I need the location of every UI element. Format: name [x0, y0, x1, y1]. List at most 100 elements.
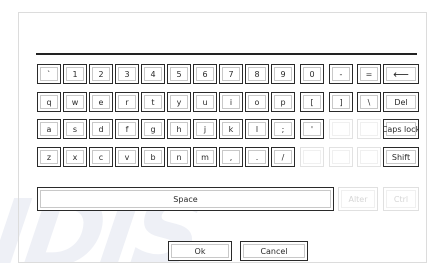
key-8[interactable]: 8 [245, 64, 269, 84]
key-2[interactable]: 2 [89, 64, 113, 84]
key-comma-label: , [229, 152, 233, 162]
virtual-keyboard-screen: IDIS ` 1 2 3 4 5 6 7 8 9 0- = q w e r t y u i o p[] \ a s d f g h j k l… [0, 0, 440, 263]
shift-key[interactable]: Shift [383, 147, 419, 167]
key-quote-label: ' [310, 124, 314, 134]
key-t[interactable]: t [141, 92, 165, 112]
key-o[interactable]: o [245, 92, 269, 112]
key-w-label: w [71, 97, 79, 107]
key-3[interactable]: 3 [115, 64, 139, 84]
key-l[interactable]: l [245, 119, 269, 139]
key-slash-label: / [281, 152, 285, 162]
key-minus[interactable]: - [329, 64, 353, 84]
key-0[interactable]: 0 [300, 64, 324, 84]
key-left-bracket[interactable]: [ [300, 92, 324, 112]
key-period[interactable]: . [245, 147, 269, 167]
del-key-label: Del [394, 97, 408, 107]
key-minus-label: - [339, 69, 343, 79]
key-y[interactable]: y [167, 92, 191, 112]
key-4[interactable]: 4 [141, 64, 165, 84]
ctrl-key: Ctrl [383, 187, 419, 211]
shift-key-label: Shift [391, 152, 411, 162]
cancel-button[interactable]: Cancel [240, 241, 308, 261]
key-l-label: l [255, 124, 259, 134]
key-o-label: o [254, 97, 260, 107]
key-semicolon[interactable]: ; [271, 119, 295, 139]
key-d-label: d [98, 124, 104, 134]
key-z[interactable]: z [37, 147, 61, 167]
key-g[interactable]: g [141, 119, 165, 139]
key-6[interactable]: 6 [193, 64, 217, 84]
key-x[interactable]: x [63, 147, 87, 167]
key-backtick[interactable]: ` [37, 64, 61, 84]
alter-key-label: Alter [348, 194, 368, 204]
key-p-label: p [280, 97, 286, 107]
key-4-label: 4 [150, 69, 156, 79]
key-period-label: . [255, 152, 259, 162]
key-v[interactable]: v [115, 147, 139, 167]
key-equals-label: = [365, 69, 373, 79]
key-blank [357, 147, 381, 167]
key-b[interactable]: b [141, 147, 165, 167]
key-r-label: r [125, 97, 129, 107]
key-a[interactable]: a [37, 119, 61, 139]
key-f[interactable]: f [115, 119, 139, 139]
key-m-label: m [201, 152, 209, 162]
key-m[interactable]: m [193, 147, 217, 167]
key-y-label: y [176, 97, 182, 107]
key-n-label: n [176, 152, 182, 162]
key-5[interactable]: 5 [167, 64, 191, 84]
key-j-label: j [203, 124, 207, 134]
space-key[interactable]: Space [37, 187, 334, 211]
text-input-underline [36, 53, 417, 55]
key-i-label: i [229, 97, 233, 107]
key-j[interactable]: j [193, 119, 217, 139]
key-u[interactable]: u [193, 92, 217, 112]
key-right-bracket-label: ] [339, 97, 343, 107]
key-b-label: b [150, 152, 156, 162]
key-k-label: k [228, 124, 234, 134]
key-left-bracket-label: [ [310, 97, 314, 107]
key-r[interactable]: r [115, 92, 139, 112]
alter-key: Alter [338, 187, 378, 211]
caps-lock-key-label: Caps lock [383, 124, 419, 134]
backspace-key[interactable]: ⟵ [383, 64, 419, 84]
key-e[interactable]: e [89, 92, 113, 112]
ok-button[interactable]: Ok [168, 241, 232, 261]
key-comma[interactable]: , [219, 147, 243, 167]
key-h-label: h [176, 124, 182, 134]
key-q[interactable]: q [37, 92, 61, 112]
ctrl-key-label: Ctrl [393, 194, 409, 204]
key-1[interactable]: 1 [63, 64, 87, 84]
key-7-label: 7 [228, 69, 234, 79]
key-w[interactable]: w [63, 92, 87, 112]
key-blank [329, 147, 353, 167]
key-p[interactable]: p [271, 92, 295, 112]
key-z-label: z [46, 152, 52, 162]
key-2-label: 2 [98, 69, 104, 79]
key-h[interactable]: h [167, 119, 191, 139]
key-equals[interactable]: = [357, 64, 381, 84]
key-quote[interactable]: ' [300, 119, 324, 139]
key-d[interactable]: d [89, 119, 113, 139]
key-x-label: x [72, 152, 78, 162]
key-7[interactable]: 7 [219, 64, 243, 84]
key-9[interactable]: 9 [271, 64, 295, 84]
key-9-label: 9 [280, 69, 286, 79]
ok-button-label: Ok [194, 246, 206, 256]
key-k[interactable]: k [219, 119, 243, 139]
key-blank [329, 119, 353, 139]
key-backtick-label: ` [47, 69, 51, 79]
text-input-field[interactable] [36, 35, 417, 53]
del-key[interactable]: Del [383, 92, 419, 112]
key-s[interactable]: s [63, 119, 87, 139]
caps-lock-key[interactable]: Caps lock [383, 119, 419, 139]
key-i[interactable]: i [219, 92, 243, 112]
key-semicolon-label: ; [281, 124, 285, 134]
key-backslash[interactable]: \ [357, 92, 381, 112]
key-slash[interactable]: / [271, 147, 295, 167]
key-right-bracket[interactable]: ] [329, 92, 353, 112]
key-s-label: s [72, 124, 78, 134]
key-3-label: 3 [124, 69, 130, 79]
key-n[interactable]: n [167, 147, 191, 167]
key-c[interactable]: c [89, 147, 113, 167]
